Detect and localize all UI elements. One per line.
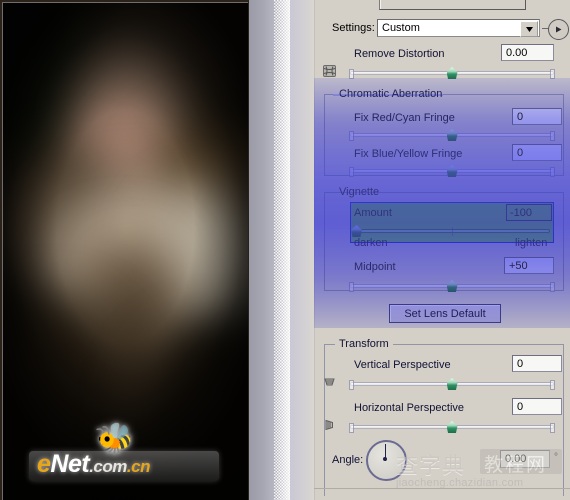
horizontal-perspective-value: 0 [517, 401, 524, 413]
vertical-perspective-icon [322, 375, 337, 389]
enet-e: e [37, 450, 51, 478]
fix-red-cyan-value: 0 [517, 111, 524, 123]
vignette-amount-thumb[interactable] [351, 225, 362, 237]
fix-blue-yellow-value: 0 [517, 147, 524, 159]
horizontal-perspective-icon [322, 418, 337, 432]
vignette-amount-label: Amount [354, 207, 392, 219]
chromatic-aberration-title: Chromatic Aberration [339, 88, 443, 100]
vertical-perspective-input[interactable]: 0 [512, 355, 562, 372]
vertical-perspective-thumb[interactable] [446, 378, 458, 390]
horizontal-perspective-slider[interactable] [349, 421, 555, 433]
enet-cn: .cn [126, 457, 151, 476]
chevron-down-icon[interactable] [520, 21, 538, 37]
vignette-midpoint-slider[interactable] [349, 280, 555, 292]
enet-watermark: 🐝 eNet.com.cn [29, 419, 225, 487]
fix-red-cyan-input[interactable]: 0 [512, 108, 562, 125]
remove-distortion-label: Remove Distortion [354, 48, 445, 60]
horizontal-perspective-label: Horizontal Perspective [354, 402, 465, 414]
fix-red-cyan-label: Fix Red/Cyan Fringe [354, 112, 455, 124]
vignette-midpoint-input[interactable]: +50 [504, 257, 554, 274]
vertical-perspective-label: Vertical Perspective [354, 359, 451, 371]
remove-distortion-value: 0.00 [506, 47, 528, 59]
lens-correction-window: 🐝 eNet.com.cn Settings: Custom Remove Di… [0, 0, 570, 500]
settings-dropdown-value: Custom [382, 22, 420, 34]
enet-watermark-text: eNet.com.cn [37, 450, 150, 479]
panel-bottom-divider [314, 488, 570, 489]
chazidian-watermark-box: 教程网 [480, 449, 562, 476]
preview-gutter [249, 0, 274, 500]
panel-gap [290, 0, 314, 500]
angle-dial-center [383, 457, 387, 461]
enet-net: Net [50, 450, 90, 478]
remove-distortion-thumb[interactable] [446, 67, 458, 79]
remove-distortion-input[interactable]: 0.00 [501, 44, 554, 61]
settings-row: Settings: Custom [314, 19, 570, 40]
panel-menu-icon[interactable] [548, 19, 569, 40]
vignette-amount-value: -100 [510, 207, 533, 219]
dither-fade [274, 0, 290, 500]
vignette-title: Vignette [339, 186, 380, 198]
vignette-midpoint-label: Midpoint [354, 261, 396, 273]
cutoff-top-button[interactable] [379, 0, 526, 10]
horizontal-perspective-thumb[interactable] [446, 421, 458, 433]
enet-domain: .com [89, 457, 127, 476]
chazidian-watermark-boxed-text: 教程网 [484, 454, 548, 476]
set-lens-default-button[interactable]: Set Lens Default [389, 304, 501, 323]
vignette-darken-hint: darken [354, 237, 388, 249]
chazidian-watermark-cn: 查字典 [396, 454, 466, 479]
vignette-midpoint-value: +50 [509, 260, 528, 272]
vertical-perspective-slider[interactable] [349, 378, 555, 390]
remove-distortion-slider[interactable] [349, 67, 555, 79]
settings-dropdown[interactable]: Custom [377, 19, 540, 37]
horizontal-perspective-input[interactable]: 0 [512, 398, 562, 415]
barrel-distortion-icon [322, 64, 337, 78]
transform-title: Transform [335, 338, 393, 350]
fix-red-cyan-thumb[interactable] [446, 129, 458, 141]
vertical-perspective-value: 0 [517, 358, 524, 370]
lens-correction-controls-panel: Settings: Custom Remove Distortion 0.00 [314, 0, 570, 500]
vignette-midpoint-thumb[interactable] [446, 280, 458, 292]
fix-blue-yellow-label: Fix Blue/Yellow Fringe [354, 148, 463, 160]
vignette-amount-slider[interactable] [351, 225, 550, 237]
vignette-amount-input[interactable]: -100 [506, 204, 552, 221]
image-preview-pane[interactable]: 🐝 eNet.com.cn [0, 0, 249, 500]
fix-blue-yellow-thumb[interactable] [446, 165, 458, 177]
vignette-lighten-hint: lighten [515, 237, 548, 249]
fix-blue-yellow-slider[interactable] [349, 165, 555, 177]
panel-left-edge [314, 0, 315, 500]
settings-label: Settings: [332, 22, 375, 34]
fix-red-cyan-slider[interactable] [349, 129, 555, 141]
preview-image[interactable]: 🐝 eNet.com.cn [2, 2, 248, 500]
fix-blue-yellow-input[interactable]: 0 [512, 144, 562, 161]
